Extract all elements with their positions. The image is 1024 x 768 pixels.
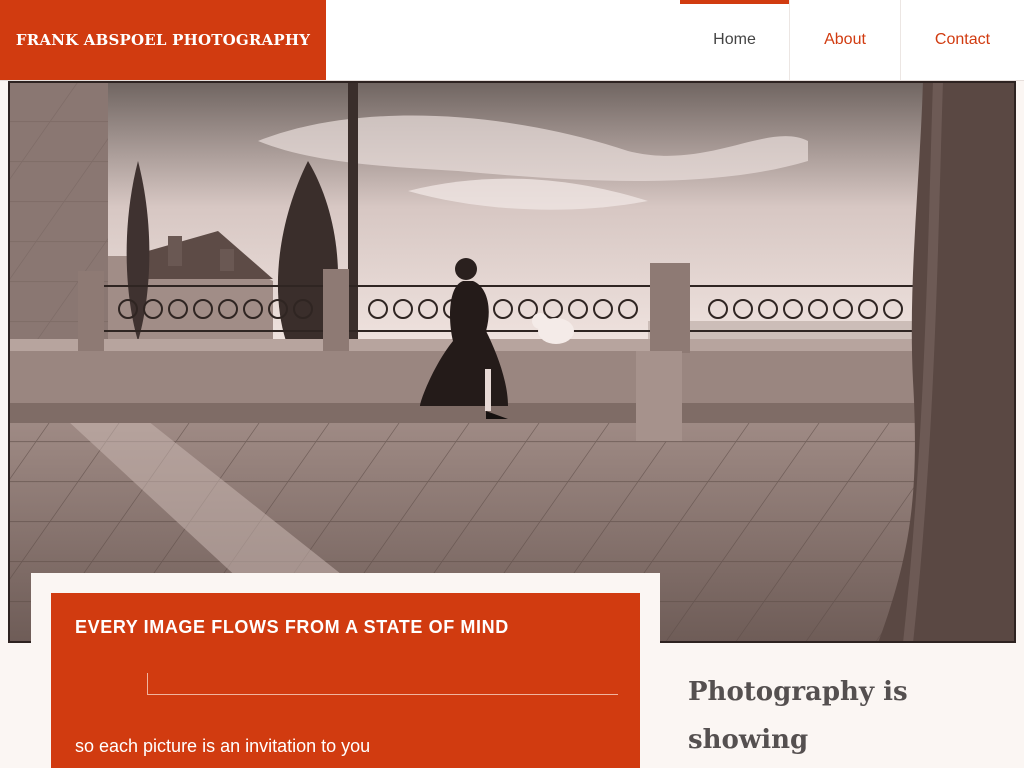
side-heading: Photography is showing	[688, 677, 908, 755]
nav-contact-link[interactable]: Contact	[900, 0, 1024, 80]
nav-about-link[interactable]: About	[789, 0, 900, 80]
intro-panel: EVERY IMAGE FLOWS FROM A STATE OF MIND s…	[51, 593, 640, 768]
main-nav: Home About Contact	[680, 0, 1024, 80]
site-title[interactable]: FRANK ABSPOEL PHOTOGRAPHY	[16, 31, 310, 49]
nav-home-link[interactable]: Home	[680, 0, 789, 80]
hero-image	[8, 81, 1016, 643]
hero-photo	[8, 81, 1016, 643]
intro-divider	[147, 673, 618, 695]
intro-title: EVERY IMAGE FLOWS FROM A STATE OF MIND	[75, 617, 509, 637]
site-header: FRANK ABSPOEL PHOTOGRAPHY Home About Con…	[0, 0, 1024, 81]
intro-text: so each picture is an invitation to you	[75, 736, 371, 756]
site-logo[interactable]: FRANK ABSPOEL PHOTOGRAPHY	[0, 0, 326, 80]
